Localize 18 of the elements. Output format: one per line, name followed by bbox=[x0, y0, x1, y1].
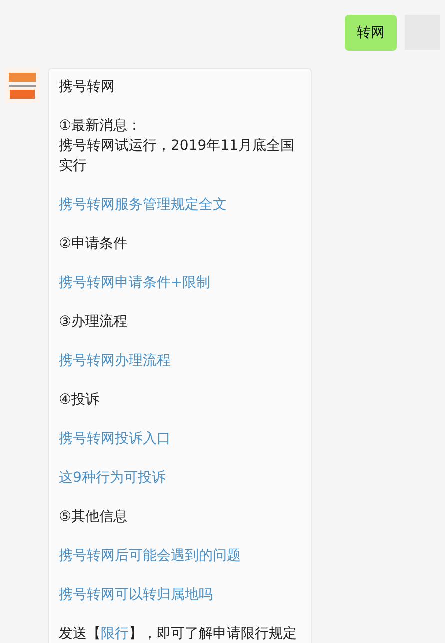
message-link[interactable]: 携号转网可以转归属地吗 bbox=[59, 587, 213, 603]
message-text: 携号转网 bbox=[59, 78, 116, 97]
message-link[interactable]: 携号转网服务管理规定全文 bbox=[59, 197, 227, 213]
message-text: 发送【限行】，即可了解申请限行规定 bbox=[59, 625, 298, 643]
message-text: ③办理流程 bbox=[59, 313, 129, 332]
message-link[interactable]: 携号转网申请条件+限制 bbox=[59, 275, 211, 291]
message-text: 转网 bbox=[357, 24, 385, 43]
message-link[interactable]: 携号转网投诉入口 bbox=[59, 431, 171, 447]
message-text: ①最新消息： bbox=[59, 117, 143, 136]
logo-avatar-icon bbox=[5, 68, 40, 103]
message-text: ⑤其他信息 bbox=[59, 508, 129, 527]
message-link[interactable]: 携号转网后可能会遇到的问题 bbox=[59, 548, 241, 564]
message-link[interactable]: 携号转网办理流程 bbox=[59, 353, 171, 369]
message-text: ④投诉 bbox=[59, 391, 101, 410]
message-link[interactable]: 这9种行为可投诉 bbox=[59, 470, 166, 486]
message-link[interactable]: 限行 bbox=[101, 626, 129, 642]
message-text: 携号转网试运行，2019年11月底全国实行 bbox=[59, 137, 296, 176]
message-text: ②申请条件 bbox=[59, 235, 129, 254]
